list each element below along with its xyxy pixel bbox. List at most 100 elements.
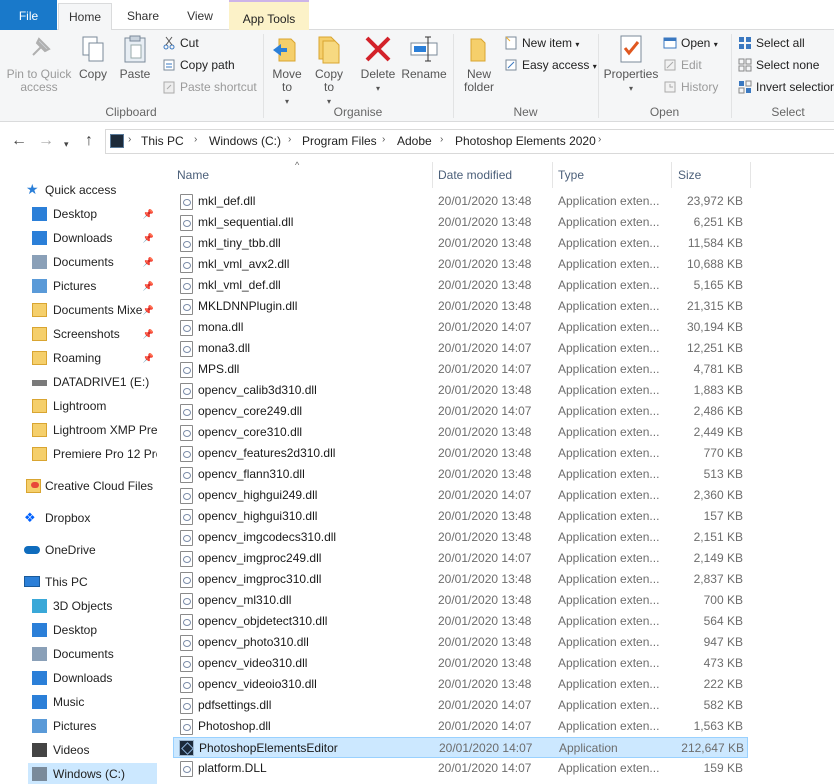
copy-to-button[interactable]: Copy to ▾: [310, 33, 348, 108]
table-row[interactable]: opencv_video310.dll 20/01/2020 13:48 Appli…: [173, 653, 748, 674]
sidebar-item-quick-access-entry[interactable]: Premiere Pro 12 Pro: [28, 443, 157, 465]
sidebar-item-quick-access-entry[interactable]: Downloads 📌: [28, 227, 157, 249]
sidebar-item-this-pc-entry[interactable]: Windows (C:): [28, 763, 157, 784]
history-button[interactable]: History: [663, 77, 718, 97]
sidebar-item-creative-cloud-files[interactable]: Creative Cloud Files: [20, 475, 157, 497]
table-row[interactable]: platform.DLL 20/01/2020 14:07 Application …: [173, 758, 748, 779]
sidebar-item-quick-access-entry[interactable]: Documents Mixe 📌: [28, 299, 157, 321]
sidebar-item-quick-access[interactable]: ★ Quick access: [20, 179, 157, 201]
navigation-pane-scrollbar[interactable]: [157, 160, 167, 784]
table-row[interactable]: Photoshop.dll 20/01/2020 14:07 Application…: [173, 716, 748, 737]
table-row[interactable]: opencv_imgproc249.dll 20/01/2020 14:07 App…: [173, 548, 748, 569]
easy-access-button[interactable]: Easy access ▾: [504, 55, 597, 75]
sidebar-item-onedrive[interactable]: OneDrive: [20, 539, 157, 561]
edit-button[interactable]: Edit: [663, 55, 702, 75]
sidebar-item-quick-access-entry[interactable]: Documents 📌: [28, 251, 157, 273]
table-row[interactable]: opencv_objdetect310.dll 20/01/2020 13:48 A…: [173, 611, 748, 632]
sidebar-item-quick-access-entry[interactable]: Lightroom: [28, 395, 157, 417]
new-folder-button[interactable]: New folder: [460, 33, 498, 94]
column-header-size[interactable]: Size: [678, 168, 701, 182]
sidebar-item-this-pc-entry[interactable]: 3D Objects: [28, 595, 157, 617]
table-row[interactable]: opencv_core249.dll 20/01/2020 14:07 Applic…: [173, 401, 748, 422]
breadcrumb-program-files[interactable]: Program Files: [302, 134, 377, 148]
table-row[interactable]: opencv_calib3d310.dll 20/01/2020 13:48 App…: [173, 380, 748, 401]
delete-button[interactable]: Delete ▾: [359, 33, 397, 95]
sidebar-item-dropbox[interactable]: ❖ Dropbox: [20, 507, 157, 529]
breadcrumb-chevron-icon[interactable]: ›: [382, 134, 385, 145]
table-row[interactable]: pdfsettings.dll 20/01/2020 14:07 Applicati…: [173, 695, 748, 716]
column-divider[interactable]: [552, 162, 553, 188]
select-none-button[interactable]: Select none: [738, 55, 819, 75]
breadcrumb-windows-c[interactable]: Windows (C:): [209, 134, 281, 148]
pin-to-quick-access-button[interactable]: Pin to Quick access: [4, 33, 74, 94]
copy-button[interactable]: Copy: [76, 33, 110, 81]
column-divider[interactable]: [432, 162, 433, 188]
select-all-button[interactable]: Select all: [738, 33, 805, 53]
tab-file[interactable]: File: [0, 0, 57, 30]
breadcrumb-chevron-icon[interactable]: ›: [598, 134, 601, 145]
sidebar-item-quick-access-entry[interactable]: Pictures 📌: [28, 275, 157, 297]
forward-arrow-icon[interactable]: →: [38, 132, 54, 150]
table-row[interactable]: opencv_core310.dll 20/01/2020 13:48 Applic…: [173, 422, 748, 443]
sidebar-item-quick-access-entry[interactable]: Roaming 📌: [28, 347, 157, 369]
copy-path-button[interactable]: Copy path: [162, 55, 235, 75]
table-row[interactable]: opencv_videoio310.dll 20/01/2020 13:48 App…: [173, 674, 748, 695]
rename-button[interactable]: Rename: [401, 33, 447, 81]
table-row[interactable]: opencv_photo310.dll 20/01/2020 13:48 Appli…: [173, 632, 748, 653]
breadcrumb-photoshop-elements-2020[interactable]: Photoshop Elements 2020: [455, 134, 596, 148]
recent-locations-chevron-icon[interactable]: ▾: [64, 135, 69, 153]
move-to-button[interactable]: Move to ▾: [269, 33, 305, 108]
column-header-type[interactable]: Type: [558, 168, 584, 182]
table-row[interactable]: MKLDNNPlugin.dll 20/01/2020 13:48 Applicat…: [173, 296, 748, 317]
table-row[interactable]: MPS.dll 20/01/2020 14:07 Application exten…: [173, 359, 748, 380]
table-row[interactable]: PhotoshopElementsEditor 20/01/2020 14:07 A…: [173, 737, 748, 758]
properties-button[interactable]: Properties ▾: [603, 33, 659, 95]
tab-app-tools[interactable]: App Tools: [229, 0, 309, 30]
tab-share[interactable]: Share: [114, 3, 172, 30]
table-row[interactable]: mkl_vml_avx2.dll 20/01/2020 13:48 Applicat…: [173, 254, 748, 275]
table-row[interactable]: opencv_highgui310.dll 20/01/2020 13:48 App…: [173, 506, 748, 527]
table-row[interactable]: opencv_features2d310.dll 20/01/2020 13:48…: [173, 443, 748, 464]
paste-button[interactable]: Paste: [116, 33, 154, 81]
table-row[interactable]: mkl_tiny_tbb.dll 20/01/2020 13:48 Applicat…: [173, 233, 748, 254]
column-divider[interactable]: [750, 162, 751, 188]
column-header-name[interactable]: Name: [177, 168, 209, 182]
table-row[interactable]: mkl_sequential.dll 20/01/2020 13:48 Applic…: [173, 212, 748, 233]
sidebar-item-this-pc-entry[interactable]: Videos: [28, 739, 157, 761]
breadcrumb-chevron-icon[interactable]: ›: [288, 134, 291, 145]
sidebar-item-this-pc-entry[interactable]: Downloads: [28, 667, 157, 689]
breadcrumb-adobe[interactable]: Adobe: [397, 134, 432, 148]
sidebar-item-quick-access-entry[interactable]: DATADRIVE1 (E:): [28, 371, 157, 393]
paste-shortcut-button[interactable]: Paste shortcut: [162, 77, 257, 97]
sidebar-item-quick-access-entry[interactable]: Screenshots 📌: [28, 323, 157, 345]
invert-selection-button[interactable]: Invert selection: [738, 77, 834, 97]
tab-view[interactable]: View: [173, 3, 227, 30]
sidebar-item-this-pc-entry[interactable]: Documents: [28, 643, 157, 665]
table-row[interactable]: mkl_def.dll 20/01/2020 13:48 Application e…: [173, 191, 748, 212]
breadcrumb-chevron-icon[interactable]: ›: [440, 134, 443, 145]
table-row[interactable]: mona3.dll 20/01/2020 14:07 Application ext…: [173, 338, 748, 359]
sidebar-item-quick-access-entry[interactable]: Lightroom XMP Pre: [28, 419, 157, 441]
up-arrow-icon[interactable]: ↑: [85, 132, 93, 150]
breadcrumb-chevron-icon[interactable]: ›: [194, 134, 197, 145]
table-row[interactable]: opencv_highgui249.dll 20/01/2020 14:07 App…: [173, 485, 748, 506]
back-arrow-icon[interactable]: ←: [11, 132, 27, 150]
sidebar-item-this-pc-entry[interactable]: Music: [28, 691, 157, 713]
sidebar-item-this-pc-entry[interactable]: Desktop: [28, 619, 157, 641]
sidebar-item-this-pc-entry[interactable]: Pictures: [28, 715, 157, 737]
table-row[interactable]: mona.dll 20/01/2020 14:07 Application exte…: [173, 317, 748, 338]
sidebar-item-this-pc[interactable]: This PC: [20, 571, 157, 593]
new-item-button[interactable]: New item ▾: [504, 33, 579, 53]
table-row[interactable]: mkl_vml_def.dll 20/01/2020 13:48 Applicati…: [173, 275, 748, 296]
address-bar[interactable]: › This PC › Windows (C:) › Program Files…: [105, 129, 834, 154]
sidebar-item-quick-access-entry[interactable]: Desktop 📌: [28, 203, 157, 225]
column-divider[interactable]: [671, 162, 672, 188]
table-row[interactable]: opencv_imgcodecs310.dll 20/01/2020 13:48 A…: [173, 527, 748, 548]
breadcrumb-this-pc[interactable]: This PC: [141, 134, 184, 148]
cut-button[interactable]: Cut: [162, 33, 199, 53]
table-row[interactable]: opencv_flann310.dll 20/01/2020 13:48 Appli…: [173, 464, 748, 485]
table-row[interactable]: opencv_imgproc310.dll 20/01/2020 13:48 App…: [173, 569, 748, 590]
column-header-date-modified[interactable]: Date modified: [438, 168, 512, 182]
open-button[interactable]: Open ▾: [663, 33, 718, 53]
tab-home[interactable]: Home: [58, 3, 112, 31]
